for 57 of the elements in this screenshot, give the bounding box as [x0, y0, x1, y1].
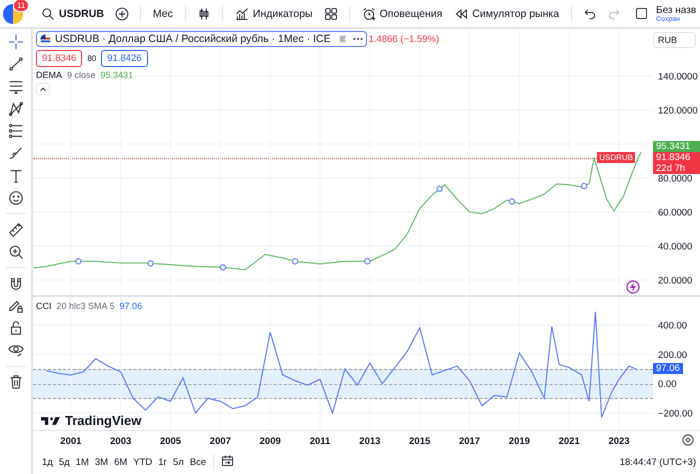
symbol-tag: USDRUB [597, 152, 635, 163]
range-button[interactable]: 5л [170, 454, 187, 470]
clock: 18:44:47 (UTC+3) [620, 456, 696, 468]
indicator-name: CCI [36, 301, 52, 311]
last-value-tag: 95.3431 [653, 140, 700, 152]
axis-label: 20.0000 [658, 276, 692, 287]
price-value: 91.8346 [656, 152, 692, 163]
range-button[interactable]: 5д [56, 454, 73, 470]
axis-label: 40.0000 [658, 242, 692, 253]
indicator-params: 9 close [67, 70, 96, 80]
time-axis-label: 2013 [359, 436, 380, 447]
time-axis-label: 2007 [210, 436, 231, 447]
axis-label: 0.00 [658, 379, 676, 390]
axis-label: −200.00 [658, 408, 693, 420]
interval-button[interactable]: Мес [148, 4, 177, 22]
time-axis-label: 2021 [558, 436, 580, 447]
axis-label: 80.0000 [658, 173, 692, 184]
time-axis-label: 2023 [608, 436, 630, 447]
indicator-value: 95.3431 [100, 70, 134, 80]
symbol-description: USDRUB · Доллар США / Российский рубль · 1Мес · ICE [55, 33, 331, 45]
indicators-button[interactable]: Индикаторы [230, 4, 317, 24]
notification-badge: 11 [13, 0, 30, 12]
price-change: 1.4866 (−1.59%) [368, 34, 440, 44]
time-axis-label: 2019 [508, 436, 530, 447]
time-axis-label: 2009 [260, 436, 281, 447]
range-button[interactable]: 1M [72, 454, 92, 470]
axis-label: 120.0000 [658, 105, 698, 116]
indicator-value-tag: 97.06 [653, 363, 683, 374]
time-axis-label: 2015 [409, 436, 430, 447]
time-axis-label: 2001 [60, 436, 82, 447]
time-axis-label: 2017 [458, 436, 480, 447]
replay-button[interactable]: Симулятор рынка [450, 4, 564, 24]
symbol-search-button[interactable]: USDRUB [37, 4, 108, 24]
axis-label: 400.00 [658, 320, 688, 332]
axis-label: 200.00 [658, 350, 688, 361]
time-axis-label: 2005 [160, 436, 182, 447]
range-button[interactable]: Все [186, 454, 210, 470]
layout-title[interactable]: Без назв [656, 4, 700, 16]
sell-button[interactable]: 91.8346 [36, 50, 82, 67]
time-axis-label: 2011 [310, 436, 330, 447]
alerts-button[interactable]: Оповещения [358, 4, 446, 24]
range-button[interactable]: 1д [39, 454, 56, 470]
range-button[interactable]: 1г [155, 454, 170, 470]
range-button[interactable]: 6M [111, 454, 130, 470]
indicator-value: 97.06 [120, 301, 142, 311]
countdown: 22d 7h [656, 162, 686, 174]
axis-label: 140.0000 [658, 71, 698, 82]
currency-dropdown[interactable]: RUB [652, 32, 696, 48]
time-axis-label: 2003 [110, 436, 132, 447]
range-button[interactable]: YTD [130, 454, 156, 470]
buy-button[interactable]: 91.8426 [101, 50, 148, 67]
spread: 80 [87, 54, 96, 63]
range-button[interactable]: 3M [92, 454, 112, 470]
indicator-params: 20 hlc3 SMA 5 [56, 301, 115, 311]
brand-name: TradingView [65, 413, 142, 428]
indicator-name: DEMA [36, 70, 62, 80]
axis-label: 60.0000 [658, 208, 692, 218]
